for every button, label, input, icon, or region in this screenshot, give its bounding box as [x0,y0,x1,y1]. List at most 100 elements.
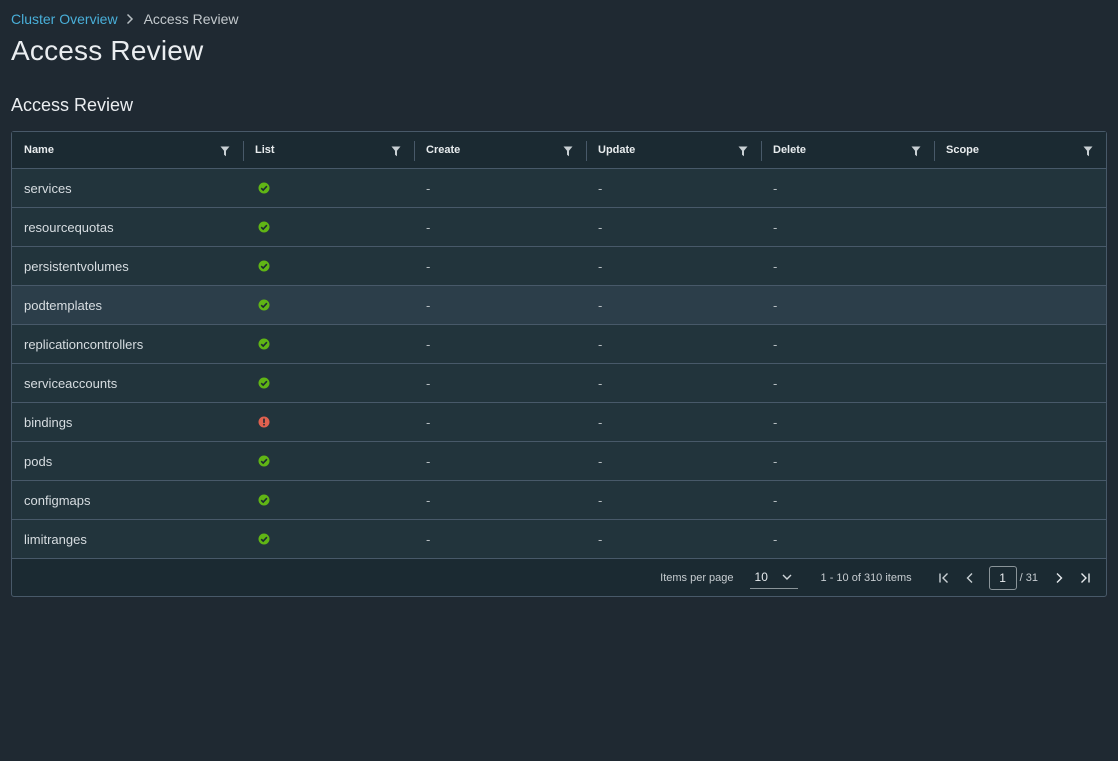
cell-text: limitranges [24,531,87,547]
datagrid-header: Name List Create Update Delete Scope [12,132,1106,169]
filter-icon[interactable] [390,145,402,157]
column-header-update[interactable]: Update [586,132,761,168]
breadcrumb-current: Access Review [143,11,239,27]
cell-update: - [586,247,761,285]
cell-name: pods [12,442,243,480]
filter-icon[interactable] [737,145,749,157]
cell-scope [934,286,1106,324]
cell-create: - [414,364,586,402]
column-header-scope[interactable]: Scope [934,132,1106,168]
column-header-create[interactable]: Create [414,132,586,168]
check-circle-icon [258,533,270,545]
cell-text: serviceaccounts [24,375,118,391]
check-circle-icon [258,494,270,506]
column-header-label: Create [426,144,461,156]
cell-name: replicationcontrollers [12,325,243,363]
table-row[interactable]: persistentvolumes - - - [12,247,1106,286]
next-page-icon[interactable] [1052,571,1066,585]
cell-list [243,286,414,324]
cell-text: - [773,180,778,196]
table-row[interactable]: serviceaccounts - - - [12,364,1106,403]
cell-name: limitranges [12,520,243,558]
last-page-icon[interactable] [1078,571,1092,585]
cell-text: - [426,336,431,352]
cell-name: services [12,169,243,207]
cell-scope [934,364,1106,402]
cell-text: - [426,219,431,235]
cell-text: - [598,219,603,235]
table-row[interactable]: services - - - [12,169,1106,208]
cell-list [243,520,414,558]
cell-list [243,364,414,402]
datagrid-body: services - - - resourcequotas - - - persistentvo… [12,169,1106,559]
cell-delete: - [761,247,934,285]
table-row[interactable]: podtemplates - - - [12,286,1106,325]
previous-page-icon[interactable] [963,571,977,585]
access-review-datagrid: Name List Create Update Delete Scope ser… [11,131,1107,597]
table-row[interactable]: resourcequotas - - - [12,208,1106,247]
cell-update: - [586,403,761,441]
cell-text: bindings [24,414,73,430]
filter-icon[interactable] [562,145,574,157]
cell-scope [934,403,1106,441]
cell-text: - [598,531,603,547]
cell-list [243,442,414,480]
cell-text: - [598,492,603,508]
cell-create: - [414,208,586,246]
check-circle-icon [258,338,270,350]
cell-text: - [773,531,778,547]
cell-list [243,403,414,441]
cell-text: services [24,180,72,196]
breadcrumb: Cluster Overview Access Review [11,10,239,28]
cell-delete: - [761,325,934,363]
cell-text: resourcequotas [24,219,114,235]
cell-scope [934,481,1106,519]
cell-delete: - [761,442,934,480]
breadcrumb-link-cluster-overview[interactable]: Cluster Overview [11,11,118,27]
cell-create: - [414,442,586,480]
column-header-label: Delete [773,144,807,156]
cell-create: - [414,325,586,363]
column-header-delete[interactable]: Delete [761,132,934,168]
cell-update: - [586,286,761,324]
cell-name: resourcequotas [12,208,243,246]
column-header-label: Update [598,144,636,156]
cell-delete: - [761,481,934,519]
cell-text: - [773,375,778,391]
filter-icon[interactable] [219,145,231,157]
cell-name: podtemplates [12,286,243,324]
cell-name: persistentvolumes [12,247,243,285]
cell-scope [934,520,1106,558]
cell-text: - [773,258,778,274]
cell-name: configmaps [12,481,243,519]
section-title: Access Review [11,95,134,115]
column-header-list[interactable]: List [243,132,414,168]
table-row[interactable]: replicationcontrollers - - - [12,325,1106,364]
table-row[interactable]: pods - - - [12,442,1106,481]
first-page-icon[interactable] [937,571,951,585]
cell-update: - [586,442,761,480]
cell-text: replicationcontrollers [24,336,144,352]
table-row[interactable]: bindings - - - [12,403,1106,442]
cell-list [243,481,414,519]
items-per-page-select[interactable]: 10 [749,567,798,589]
cell-text: - [426,531,431,547]
cell-text: - [773,492,778,508]
filter-icon[interactable] [1082,145,1094,157]
cell-text: - [598,453,603,469]
items-per-page-value: 10 [754,570,768,584]
table-row[interactable]: limitranges - - - [12,520,1106,559]
cell-text: - [598,336,603,352]
cell-scope [934,169,1106,207]
column-header-name[interactable]: Name [12,132,243,168]
table-row[interactable]: configmaps - - - [12,481,1106,520]
cell-update: - [586,520,761,558]
current-page-input[interactable] [988,565,1017,590]
cell-delete: - [761,208,934,246]
page-title: Access Review [11,35,204,66]
cell-scope [934,247,1106,285]
cell-text: configmaps [24,492,91,508]
check-circle-icon [258,221,270,233]
filter-icon[interactable] [910,145,922,157]
cell-text: - [773,297,778,313]
